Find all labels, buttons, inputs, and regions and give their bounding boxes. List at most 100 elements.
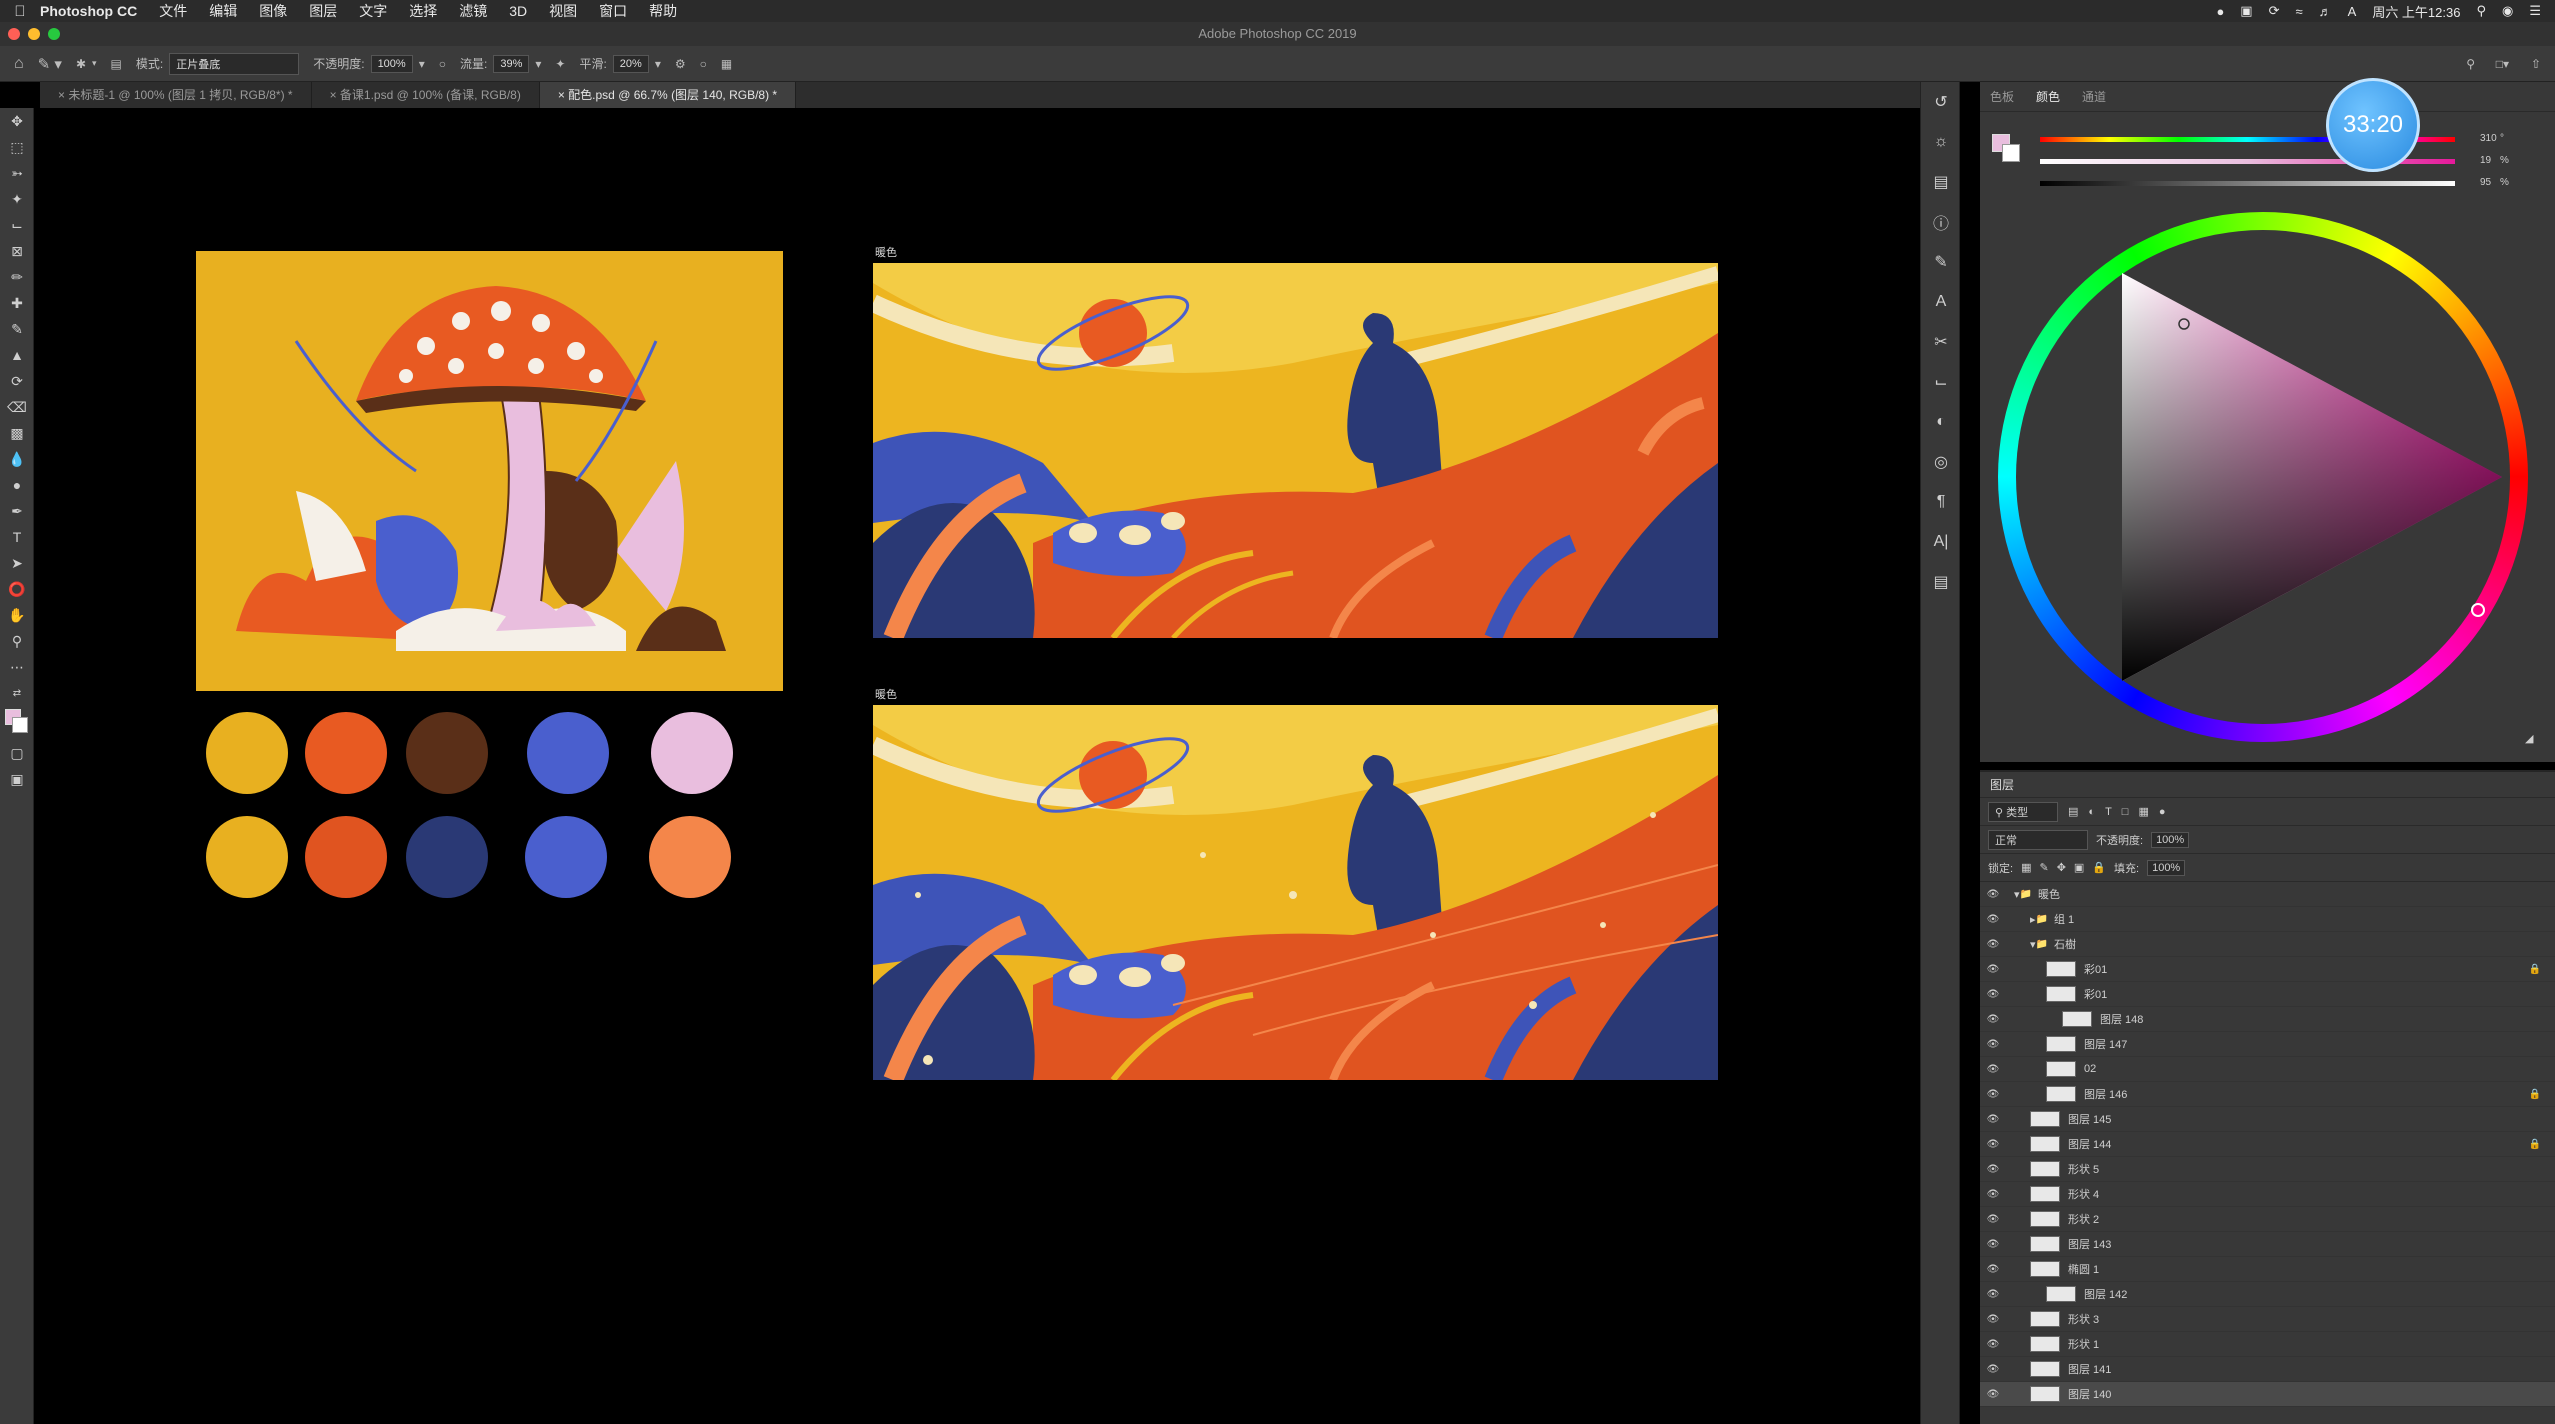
flow-input[interactable]: 39%	[493, 54, 530, 73]
pixel-filter-icon[interactable]: ▤	[2068, 805, 2078, 818]
brushes-icon[interactable]: ✎	[1921, 242, 1961, 282]
menu-file[interactable]: 文件	[159, 1, 187, 21]
visibility-eye-icon[interactable]: 👁	[1980, 1364, 2006, 1375]
blur-tool-icon[interactable]: 💧	[0, 446, 34, 472]
adjustments-icon[interactable]: ☼	[1921, 122, 1961, 162]
menu-window[interactable]: 窗口	[599, 1, 627, 21]
timer-badge[interactable]: 33:20	[2326, 78, 2420, 172]
pen-tool-icon[interactable]: ✒	[0, 498, 34, 524]
menu-edit[interactable]: 编辑	[209, 1, 237, 21]
layer-thumbnail[interactable]	[2030, 1161, 2060, 1177]
layer-name[interactable]: 椭圆 1	[2068, 1261, 2099, 1277]
zoom-window-button[interactable]	[48, 28, 60, 40]
visibility-eye-icon[interactable]: 👁	[1980, 1289, 2006, 1300]
path-select-icon[interactable]: ➤	[0, 550, 34, 576]
camera-icon[interactable]: ▣	[2240, 3, 2252, 19]
layer-thumbnail[interactable]	[2030, 1186, 2060, 1202]
visibility-eye-icon[interactable]: 👁	[1980, 989, 2006, 1000]
marquee-tool-icon[interactable]: ⬚	[0, 134, 34, 160]
layer-filter-select[interactable]: ⚲ 类型	[1988, 801, 2058, 822]
visibility-eye-icon[interactable]: 👁	[1980, 1339, 2006, 1350]
eraser-tool-icon[interactable]: ⌫	[0, 394, 34, 420]
libraries-icon[interactable]: ▤	[1921, 162, 1961, 202]
artboard-label[interactable]: 暖色	[875, 686, 897, 702]
layer-row[interactable]: 👁 彩01	[1980, 982, 2555, 1007]
layer-name[interactable]: 石樹	[2054, 936, 2076, 952]
layer-name[interactable]: 形状 5	[2068, 1161, 2099, 1177]
layer-name[interactable]: 彩01	[2084, 961, 2107, 977]
layer-row[interactable]: 👁 图层 145	[1980, 1107, 2555, 1132]
type-tool-icon[interactable]: T	[0, 524, 34, 550]
smart-filter-icon[interactable]: ▦	[2138, 805, 2148, 818]
layer-thumbnail[interactable]	[2046, 1086, 2076, 1102]
menu-3d[interactable]: 3D	[509, 3, 527, 19]
share-icon[interactable]: ⇧	[2531, 57, 2541, 71]
pressure-opacity-icon[interactable]: ○	[439, 57, 446, 71]
layer-thumbnail[interactable]	[2030, 1311, 2060, 1327]
apple-icon[interactable]: 	[0, 3, 40, 20]
layer-row[interactable]: 👁 图层 141	[1980, 1357, 2555, 1382]
background-color[interactable]	[12, 717, 28, 733]
layer-thumbnail[interactable]	[2046, 961, 2076, 977]
lock-artboard-icon[interactable]: ▣	[2074, 861, 2084, 874]
document-tab[interactable]: × 备课1.psd @ 100% (备课, RGB/8)	[312, 82, 540, 108]
search-icon[interactable]: ⚲	[2476, 3, 2486, 19]
brush-panel-icon[interactable]: ▤	[111, 57, 122, 71]
gear-icon[interactable]: ⚙	[675, 57, 686, 71]
visibility-eye-icon[interactable]: 👁	[1980, 1039, 2006, 1050]
paragraph-icon[interactable]: ¶	[1921, 482, 1961, 522]
layer-name[interactable]: 图层 143	[2068, 1236, 2111, 1252]
stamp-tool-icon[interactable]: ▲	[0, 342, 34, 368]
visibility-eye-icon[interactable]: 👁	[1980, 914, 2006, 925]
layer-name[interactable]: 组 1	[2054, 911, 2074, 927]
chevron-down-icon[interactable]: ▾	[419, 57, 425, 71]
layer-row[interactable]: 👁 02	[1980, 1057, 2555, 1082]
frame-tool-icon[interactable]: ⊠	[0, 238, 34, 264]
layer-thumbnail[interactable]	[2030, 1386, 2060, 1402]
visibility-eye-icon[interactable]: 👁	[1980, 1214, 2006, 1225]
tool-presets-icon[interactable]: ✂	[1921, 322, 1961, 362]
layer-name[interactable]: 图层 147	[2084, 1036, 2127, 1052]
visibility-eye-icon[interactable]: 👁	[1980, 1014, 2006, 1025]
layers-panel-title[interactable]: 图层	[1980, 772, 2555, 798]
layer-name[interactable]: 图层 145	[2068, 1111, 2111, 1127]
opacity-input[interactable]: 100%	[370, 54, 413, 73]
layer-thumbnail[interactable]	[2062, 1011, 2092, 1027]
shape-tool-icon[interactable]: ⭕	[0, 576, 34, 602]
layer-row[interactable]: 👁 图层 143	[1980, 1232, 2555, 1257]
visibility-eye-icon[interactable]: 👁	[1980, 1114, 2006, 1125]
layer-thumbnail[interactable]	[2046, 1286, 2076, 1302]
minimize-window-button[interactable]	[28, 28, 40, 40]
visibility-eye-icon[interactable]: 👁	[1980, 1089, 2006, 1100]
notification-icon[interactable]: ☰	[2529, 3, 2541, 19]
swap-colors-icon[interactable]: ⇄	[0, 680, 34, 706]
tab-color[interactable]: 颜色	[2036, 88, 2060, 105]
layer-row[interactable]: 👁 图层 148	[1980, 1007, 2555, 1032]
visibility-eye-icon[interactable]: 👁	[1980, 1189, 2006, 1200]
layer-thumbnail[interactable]	[2030, 1336, 2060, 1352]
visibility-eye-icon[interactable]: 👁	[1980, 1264, 2006, 1275]
layer-name[interactable]: 彩01	[2084, 986, 2107, 1002]
lock-transparent-icon[interactable]: ▦	[2021, 861, 2031, 874]
layer-thumbnail[interactable]	[2046, 1061, 2076, 1077]
layer-row[interactable]: 👁 图层 146 🔒	[1980, 1082, 2555, 1107]
wifi-icon[interactable]: ≈	[2296, 4, 2303, 19]
pressure-size-icon[interactable]: ○	[700, 57, 707, 71]
mode-select[interactable]: 正片叠底	[169, 52, 300, 75]
lock-all-icon[interactable]: 🔒	[2092, 861, 2106, 874]
visibility-eye-icon[interactable]: 👁	[1980, 1389, 2006, 1400]
lasso-tool-icon[interactable]: ➳	[0, 160, 34, 186]
brush-tool-icon[interactable]: ✎	[0, 316, 34, 342]
styles-icon[interactable]: ◐	[1921, 402, 1961, 442]
adjust-filter-icon[interactable]: ◐	[2088, 806, 2095, 818]
layer-name[interactable]: 暖色	[2038, 886, 2060, 902]
blend-mode-select[interactable]: 正常	[1988, 829, 2088, 850]
menu-type[interactable]: 文字	[359, 1, 387, 21]
layer-name[interactable]: 形状 1	[2068, 1336, 2099, 1352]
layer-name[interactable]: 形状 2	[2068, 1211, 2099, 1227]
layer-row[interactable]: 👁 形状 2	[1980, 1207, 2555, 1232]
close-window-button[interactable]	[8, 28, 20, 40]
layer-thumbnail[interactable]	[2030, 1236, 2060, 1252]
airbrush-icon[interactable]: ✦	[555, 57, 565, 71]
magic-wand-tool-icon[interactable]: ✦	[0, 186, 34, 212]
